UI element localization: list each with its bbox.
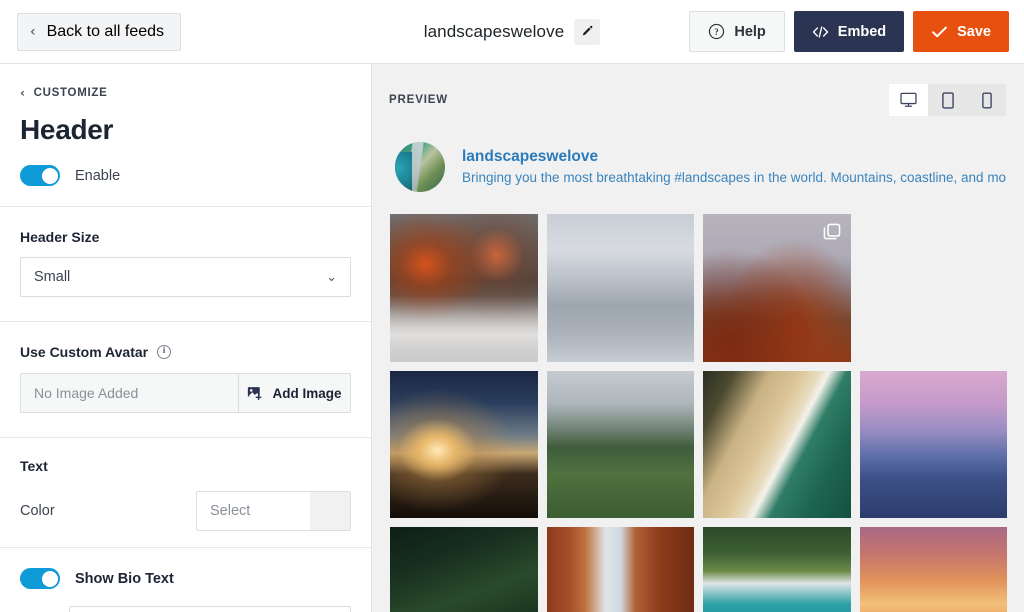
- checkmark-icon: [931, 25, 948, 39]
- customizer-sidebar: ‹ CUSTOMIZE Header Enable Header Size Sm…: [0, 64, 372, 612]
- question-circle-icon: ?: [708, 23, 725, 40]
- show-bio-toggle[interactable]: [20, 568, 60, 589]
- chevron-down-icon: ⌄: [326, 270, 337, 285]
- breadcrumb-label: CUSTOMIZE: [34, 87, 108, 99]
- mobile-icon: [982, 92, 992, 109]
- text-color-picker[interactable]: Select: [196, 491, 351, 531]
- image-add-icon: [247, 386, 264, 401]
- add-image-label: Add Image: [272, 386, 341, 401]
- feed-post-grid: [372, 192, 1024, 612]
- feed-post-tile[interactable]: [547, 527, 695, 612]
- feed-username[interactable]: landscapeswelove: [462, 147, 1006, 166]
- feed-post-tile[interactable]: [547, 214, 695, 362]
- feed-post-image: [703, 527, 851, 612]
- feed-post-tile[interactable]: [390, 371, 538, 519]
- embed-label: Embed: [838, 24, 886, 40]
- top-bar: ‹ Back to all feeds landscapeswelove ? H…: [0, 0, 1024, 64]
- save-button[interactable]: Save: [913, 11, 1009, 52]
- feed-profile-meta: landscapeswelove Bringing you the most b…: [462, 147, 1006, 187]
- svg-text:?: ?: [715, 27, 719, 37]
- show-bio-toggle-row: Show Bio Text: [20, 568, 351, 589]
- chevron-left-icon: ‹: [30, 25, 36, 39]
- device-desktop-button[interactable]: [889, 84, 928, 116]
- page-title: landscapeswelove: [424, 22, 565, 42]
- enable-toggle-label: Enable: [75, 168, 120, 184]
- color-swatch[interactable]: [310, 492, 350, 530]
- info-icon[interactable]: i: [157, 345, 171, 359]
- breadcrumb-customize[interactable]: ‹ CUSTOMIZE: [20, 86, 351, 100]
- feed-post-tile[interactable]: [703, 214, 851, 362]
- header-size-section: Header Size Small ⌄: [0, 207, 371, 322]
- text-section-heading: Text: [20, 458, 351, 474]
- device-mobile-button[interactable]: [967, 84, 1006, 116]
- feed-post-image: [860, 214, 1008, 362]
- back-to-all-feeds-label: Back to all feeds: [47, 23, 164, 41]
- feed-profile-header: landscapeswelove Bringing you the most b…: [372, 116, 1024, 192]
- custom-avatar-field-group: No Image Added Add Image: [20, 373, 351, 413]
- pencil-icon: [581, 25, 594, 38]
- feed-post-image: [390, 371, 538, 519]
- text-color-row: Color Select: [20, 491, 351, 531]
- feed-post-image: [547, 527, 695, 612]
- section-title: Header: [20, 114, 351, 146]
- tablet-icon: [942, 92, 954, 109]
- custom-avatar-label: Use Custom Avatar: [20, 344, 148, 360]
- show-bio-toggle-label: Show Bio Text: [75, 571, 174, 587]
- device-preview-switcher: [889, 84, 1006, 116]
- custom-bio-input[interactable]: Add custom bio: [69, 606, 351, 612]
- text-section: Text Color Select: [0, 438, 371, 548]
- save-label: Save: [957, 24, 991, 40]
- sidebar-header-section: ‹ CUSTOMIZE Header Enable: [0, 64, 371, 207]
- feed-post-image: [390, 527, 538, 612]
- preview-toolbar: PREVIEW: [372, 64, 1024, 116]
- header-size-select[interactable]: Small ⌄: [20, 257, 351, 297]
- top-bar-actions: ? Help Embed Save: [689, 11, 1009, 52]
- back-to-all-feeds-button[interactable]: ‹ Back to all feeds: [17, 13, 181, 51]
- custom-avatar-input[interactable]: No Image Added: [21, 374, 238, 412]
- device-tablet-button[interactable]: [928, 84, 967, 116]
- help-label: Help: [734, 24, 765, 40]
- feed-post-tile[interactable]: [860, 371, 1008, 519]
- preview-pane: PREVIEW: [372, 64, 1024, 612]
- avatar: [395, 142, 445, 192]
- help-button[interactable]: ? Help: [689, 11, 784, 52]
- feed-post-image: [547, 371, 695, 519]
- feed-post-image: [703, 371, 851, 519]
- header-size-label: Header Size: [20, 229, 351, 245]
- edit-feed-name-button[interactable]: [574, 19, 600, 45]
- feed-post-image: [390, 214, 538, 362]
- desktop-icon: [900, 92, 917, 108]
- enable-toggle-row: Enable: [20, 165, 351, 186]
- text-color-value: Select: [197, 492, 310, 530]
- custom-avatar-section: Use Custom Avatar i No Image Added Add I…: [0, 322, 371, 438]
- feed-post-tile[interactable]: [860, 527, 1008, 612]
- code-icon: [812, 25, 829, 39]
- bio-section: Show Bio Text Add custom bio: [0, 548, 371, 612]
- feed-post-tile[interactable]: [390, 527, 538, 612]
- feed-bio: Bringing you the most breathtaking #land…: [462, 169, 1006, 187]
- feed-post-tile[interactable]: [703, 527, 851, 612]
- enable-toggle[interactable]: [20, 165, 60, 186]
- feed-post-image: [860, 527, 1008, 612]
- workspace: ‹ CUSTOMIZE Header Enable Header Size Sm…: [0, 64, 1024, 612]
- feed-post-tile[interactable]: [390, 214, 538, 362]
- add-image-button[interactable]: Add Image: [238, 374, 350, 412]
- feed-post-tile[interactable]: [703, 371, 851, 519]
- custom-avatar-label-row: Use Custom Avatar i: [20, 344, 351, 360]
- feed-post-image: [547, 214, 695, 362]
- carousel-stack-icon: [823, 223, 841, 241]
- preview-label: PREVIEW: [389, 94, 448, 106]
- embed-button[interactable]: Embed: [794, 11, 904, 52]
- feed-post-image: [860, 371, 1008, 519]
- feed-post-tile[interactable]: [860, 214, 1008, 362]
- feed-post-tile[interactable]: [547, 371, 695, 519]
- header-size-value: Small: [34, 269, 70, 285]
- chevron-left-icon: ‹: [20, 86, 26, 100]
- text-color-label: Color: [20, 503, 55, 519]
